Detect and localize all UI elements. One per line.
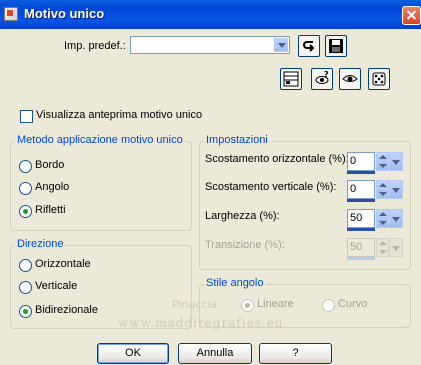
preview-checkbox-label: Visualizza anteprima motivo unico — [36, 109, 203, 121]
spin-up-down-icon[interactable] — [376, 180, 389, 199]
scostamento-verticale-input[interactable]: 0 — [347, 180, 375, 199]
spin-up-down-icon[interactable] — [376, 209, 389, 228]
preview-checkbox[interactable] — [20, 110, 33, 123]
chevron-down-icon[interactable] — [389, 238, 403, 257]
watermark-signature: Pinuccia — [172, 298, 218, 311]
chevron-down-icon[interactable] — [389, 209, 403, 228]
larghezza-label: Larghezza (%): — [205, 210, 280, 222]
scostamento-orizzontale-input[interactable]: 0 — [347, 152, 375, 171]
svg-text:?: ? — [324, 71, 329, 79]
radio-bidirezionale[interactable] — [19, 305, 32, 318]
undo-arrow-icon — [303, 41, 315, 52]
radio-angolo-label: Angolo — [35, 181, 70, 193]
eye-icon — [342, 75, 358, 82]
radio-bidirezionale-label: Bidirezionale — [35, 304, 98, 316]
preview-layout-button[interactable] — [280, 68, 302, 90]
larghezza-slider[interactable] — [347, 228, 375, 231]
spin-up-down-icon[interactable] — [376, 238, 389, 257]
preset-label: Imp. predef.: — [64, 40, 126, 52]
larghezza-spinner[interactable]: 50 — [347, 209, 403, 231]
scostamento-orizzontale-slider[interactable] — [347, 171, 375, 174]
watermark-url: www.maddiregrafies.eu — [118, 316, 284, 330]
radio-rifletti-label: Rifletti — [35, 204, 66, 216]
radio-verticale-label: Verticale — [35, 280, 78, 292]
save-preset-button[interactable] — [325, 35, 347, 57]
radio-bordo-label: Bordo — [35, 159, 65, 171]
transizione-spinner[interactable]: 50 — [347, 238, 403, 260]
cancel-button[interactable]: Annulla — [178, 343, 252, 364]
radio-verticale[interactable] — [19, 281, 32, 294]
radio-lineare[interactable] — [241, 299, 254, 312]
dice-icon — [372, 72, 386, 86]
radio-rifletti[interactable] — [19, 205, 32, 218]
spin-up-down-icon[interactable] — [376, 152, 389, 171]
radio-curvo[interactable] — [322, 299, 335, 312]
chevron-down-icon[interactable] — [389, 180, 403, 199]
title-bar[interactable]: Motivo unico — [0, 0, 421, 29]
direzione-group-title: Direzione — [15, 238, 66, 250]
scostamento-verticale-spinner[interactable]: 0 — [347, 180, 403, 202]
radio-curvo-label: Curvo — [338, 298, 368, 310]
radio-lineare-label: Lineare — [257, 298, 294, 310]
radio-orizzontale[interactable] — [19, 259, 32, 272]
layout-icon — [283, 71, 299, 87]
transizione-label: Transizione (%): — [205, 239, 285, 251]
randomize-button[interactable] — [368, 68, 390, 90]
radio-orizzontale-label: Orizzontale — [35, 258, 91, 270]
metodo-group-title: Metodo applicazione motivo unico — [15, 134, 185, 146]
larghezza-input[interactable]: 50 — [347, 209, 375, 228]
reset-preset-button[interactable] — [298, 35, 320, 57]
eye-question-icon: ? — [315, 71, 329, 84]
app-icon — [4, 7, 18, 21]
preset-dropdown[interactable] — [130, 36, 290, 54]
help-button[interactable]: ? — [259, 343, 332, 364]
radio-bordo[interactable] — [19, 160, 32, 173]
window-title: Motivo unico — [24, 6, 105, 21]
scostamento-orizzontale-label: Scostamento orizzontale (%): — [205, 153, 349, 165]
radio-angolo[interactable] — [19, 182, 32, 195]
chevron-down-icon[interactable] — [389, 152, 403, 171]
floppy-disk-icon — [329, 39, 343, 53]
chevron-down-icon[interactable] — [274, 38, 288, 52]
scostamento-verticale-slider[interactable] — [347, 199, 375, 202]
help-tooltip-button[interactable]: ? — [311, 68, 333, 90]
close-button[interactable] — [402, 6, 421, 25]
stile-angolo-group-title: Stile angolo — [204, 277, 266, 289]
scostamento-verticale-label: Scostamento verticale (%): — [205, 181, 337, 193]
transizione-slider[interactable] — [347, 257, 375, 260]
transizione-input[interactable]: 50 — [347, 238, 375, 257]
scostamento-orizzontale-spinner[interactable]: 0 — [347, 152, 403, 174]
impostazioni-group-title: Impostazioni — [204, 134, 270, 146]
show-preview-button[interactable] — [339, 68, 361, 90]
ok-button[interactable]: OK — [97, 343, 169, 364]
